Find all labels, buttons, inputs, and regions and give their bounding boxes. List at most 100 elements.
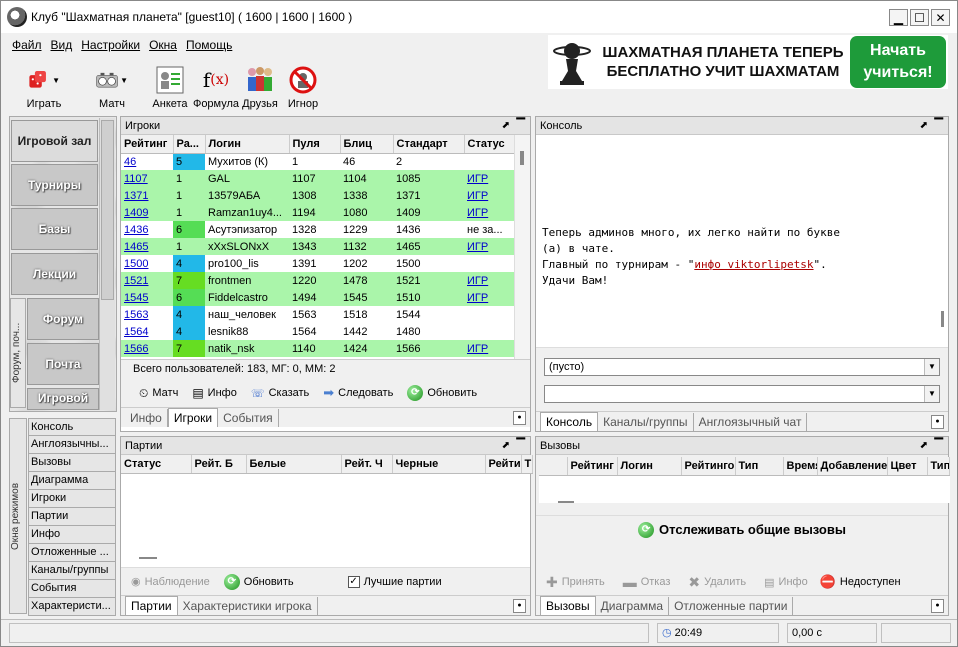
col-white[interactable]: Белые	[246, 455, 342, 474]
player-rating-link[interactable]: 1564	[121, 323, 173, 340]
observe-button[interactable]: ◉ Наблюдение	[131, 575, 210, 589]
mode-adjourned[interactable]: Отложенные ...	[28, 544, 116, 562]
player-status[interactable]: ИГР	[464, 204, 514, 221]
tab-players[interactable]: Игроки	[167, 408, 219, 427]
mode-challenges[interactable]: Вызовы	[28, 454, 116, 472]
table-row[interactable]: 1371 1 13579АБА 1308 1338 1371 ИГР	[121, 187, 514, 204]
player-rating-link[interactable]: 46	[121, 153, 173, 170]
player-status[interactable]: ИГР	[464, 272, 514, 289]
col-type[interactable]: Тип	[735, 457, 784, 476]
mode-events[interactable]: События	[28, 580, 116, 598]
games-scroll-indicator[interactable]	[139, 557, 157, 559]
tabs-dropdown-icon[interactable]: ●	[931, 599, 944, 613]
col-type[interactable]: Т	[521, 455, 533, 474]
nav-mail[interactable]: Почта	[27, 343, 99, 385]
table-row[interactable]: 46 5 Мухитов (К) 1 46 2	[121, 153, 514, 170]
nav-tournaments[interactable]: Турниры	[11, 164, 98, 206]
tab-challenges[interactable]: Вызовы	[540, 596, 596, 615]
console-link[interactable]: инфо viktorlipetsk	[694, 258, 813, 271]
col-standard[interactable]: Стандарт	[393, 135, 465, 154]
tabs-dropdown-icon[interactable]: ●	[931, 415, 944, 429]
unavailable-button[interactable]: ⛔ Недоступен	[820, 574, 901, 590]
pin-icon[interactable]: ⬈	[502, 117, 510, 135]
ignore-button[interactable]: Игнор	[280, 58, 326, 112]
pin-icon[interactable]: ⬈	[920, 437, 928, 455]
players-match-button[interactable]: ⏲ Матч	[139, 386, 178, 401]
col-rating[interactable]: Рейтинг	[121, 135, 174, 154]
table-row[interactable]: 1563 4 наш_человек 1563 1518 1544	[121, 306, 514, 323]
col-bullet[interactable]: Пуля	[289, 135, 341, 154]
nav-scrollbar[interactable]	[99, 118, 115, 410]
mode-games[interactable]: Партии	[28, 508, 116, 526]
tab-player-characteristics[interactable]: Характеристики игрока	[178, 597, 318, 615]
player-rating-link[interactable]: 1500	[121, 255, 173, 272]
menu-settings[interactable]: Настройки	[81, 38, 140, 56]
col-rating-type[interactable]: Рейтинго	[681, 457, 736, 476]
nav-databases[interactable]: Базы	[11, 208, 98, 250]
minimize-panel-icon[interactable]: ▔	[935, 116, 943, 134]
table-row[interactable]: 1564 4 lesnik88 1564 1442 1480	[121, 323, 514, 340]
player-rating-link[interactable]: 1371	[121, 187, 173, 204]
tab-console[interactable]: Консоль	[540, 412, 599, 431]
table-row[interactable]: 1521 7 frontmen 1220 1478 1521 ИГР	[121, 272, 514, 289]
table-row[interactable]: 1465 1 xXxSLONxX 1343 1132 1465 ИГР	[121, 238, 514, 255]
player-status[interactable]: ИГР	[464, 187, 514, 204]
col-blitz[interactable]: Блиц	[340, 135, 394, 154]
player-status[interactable]: ИГР	[464, 170, 514, 187]
console-message-input[interactable]: ▼	[544, 385, 940, 403]
col-status[interactable]: Статус	[464, 135, 515, 154]
decline-button[interactable]: ▬ Отказ	[623, 574, 671, 590]
friends-button[interactable]: Друзья	[240, 58, 280, 112]
player-status[interactable]: ИГР	[464, 289, 514, 306]
nav-game[interactable]: Игровой	[27, 388, 99, 410]
minimize-panel-icon[interactable]: ▔	[517, 436, 525, 454]
mode-console[interactable]: Консоль	[28, 418, 116, 436]
games-refresh-button[interactable]: ⟳ Обновить	[223, 573, 294, 590]
players-refresh-button[interactable]: ⟳ Обновить	[407, 385, 477, 401]
pin-icon[interactable]: ⬈	[502, 437, 510, 455]
col-white-rating[interactable]: Рейт. Б	[191, 455, 247, 474]
player-rating-link[interactable]: 1465	[121, 238, 173, 255]
nav-forum[interactable]: Форум	[27, 298, 99, 340]
challenges-scroll-indicator[interactable]	[558, 501, 574, 503]
profile-button[interactable]: Анкета	[148, 58, 192, 112]
tab-diagram[interactable]: Диаграмма	[596, 597, 670, 615]
player-status[interactable]: ИГР	[464, 238, 514, 255]
player-rating-link[interactable]: 1545	[121, 289, 173, 306]
menu-file[interactable]: Файл	[12, 38, 42, 56]
mode-channels[interactable]: Каналы/группы	[28, 562, 116, 580]
col-type2[interactable]: Тип	[927, 457, 950, 476]
col-status[interactable]: Статус	[121, 455, 192, 474]
console-target-combo[interactable]: (пусто) ▼	[544, 358, 940, 376]
mode-info[interactable]: Инфо	[28, 526, 116, 544]
col-color[interactable]: Цвет	[887, 457, 928, 476]
delete-button[interactable]: ✖ Удалить	[688, 574, 746, 591]
nav-lectures[interactable]: Лекции	[11, 253, 98, 295]
tab-games[interactable]: Партии	[125, 596, 178, 615]
col-black[interactable]: Черные	[392, 455, 486, 474]
col-rating[interactable]: Рейти	[485, 455, 522, 474]
track-challenges-button[interactable]: ⟳ Отслеживать общие вызовы	[536, 515, 948, 543]
checkbox-checked-icon[interactable]: ✓	[347, 575, 360, 588]
nav-game-hall[interactable]: Игровой зал	[11, 120, 98, 162]
minimize-button[interactable]: ▁	[889, 9, 908, 26]
mode-english-chat[interactable]: Англоязычны...	[28, 436, 116, 454]
match-button[interactable]: ▼ Матч	[76, 58, 148, 112]
challenges-info-button[interactable]: ▤ Инфо	[764, 576, 808, 589]
play-button[interactable]: ▼ Играть	[12, 58, 76, 112]
col-time[interactable]: Время	[783, 457, 818, 476]
players-scrollbar[interactable]	[514, 135, 530, 359]
menu-help[interactable]: Помощь	[186, 38, 232, 56]
minimize-panel-icon[interactable]: ▔	[517, 116, 525, 134]
ad-banner[interactable]: ШАХМАТНАЯ ПЛАНЕТА ТЕПЕРЬ БЕСПЛАТНО УЧИТ …	[548, 35, 948, 89]
table-row[interactable]: 1409 1 Ramzan1uy4... 1194 1080 1409 ИГР	[121, 204, 514, 221]
players-say-button[interactable]: ☏ Сказать	[251, 387, 309, 400]
table-row[interactable]: 1107 1 GAL 1107 1104 1085 ИГР	[121, 170, 514, 187]
mode-players[interactable]: Игроки	[28, 490, 116, 508]
console-scroll-thumb[interactable]	[941, 311, 944, 327]
table-row[interactable]: 1566 7 natik_nsk 1140 1424 1566 ИГР	[121, 340, 514, 357]
tabs-dropdown-icon[interactable]: ●	[513, 599, 526, 613]
mode-characteristics[interactable]: Характеристи...	[28, 598, 116, 616]
menu-view[interactable]: Вид	[51, 38, 73, 56]
col-black-rating[interactable]: Рейт. Ч	[341, 455, 393, 474]
